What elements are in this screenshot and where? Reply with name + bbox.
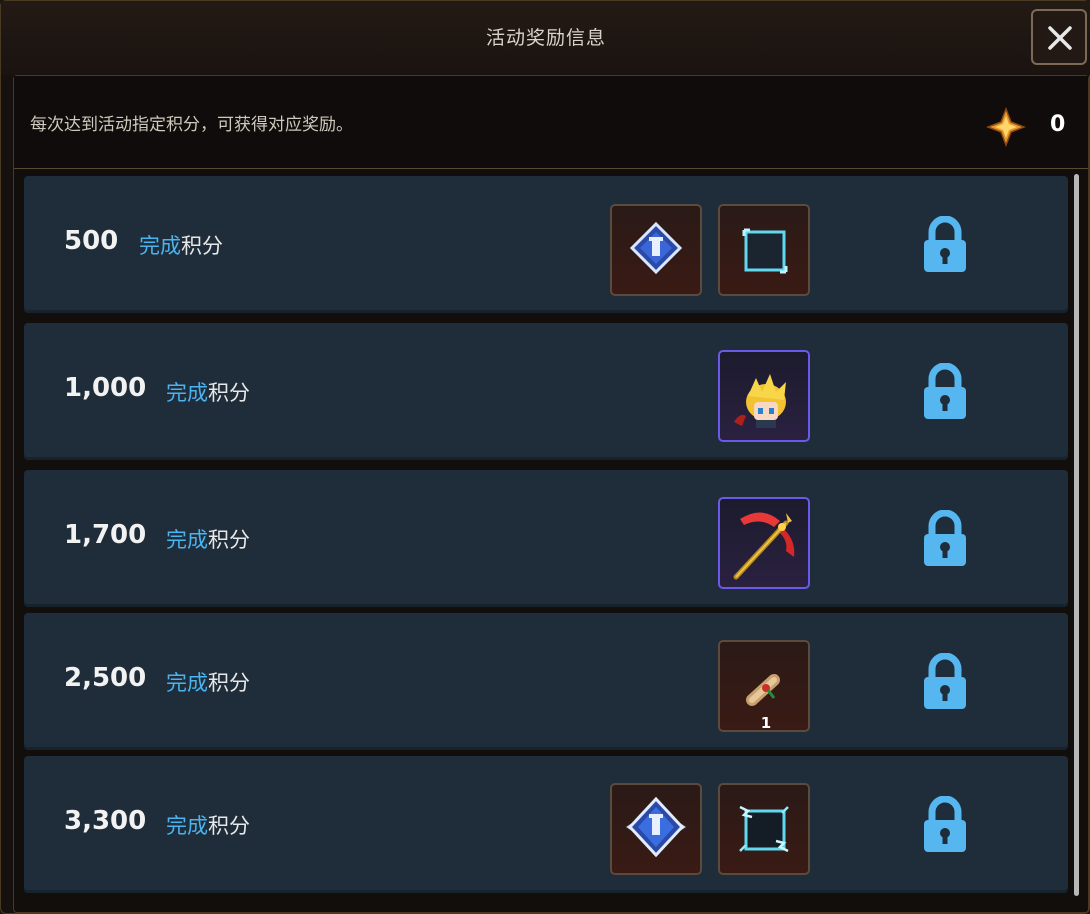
- complete-label: 完成积分: [139, 230, 223, 260]
- reward-quantity: 1: [760, 714, 772, 732]
- info-bar: 每次达到活动指定积分，可获得对应奖励。 0: [14, 76, 1088, 169]
- complete-prefix: 完成: [166, 528, 208, 552]
- lock-icon: [924, 216, 966, 272]
- complete-label: 完成积分: [166, 524, 250, 554]
- complete-suffix: 积分: [208, 381, 250, 405]
- reward-slot[interactable]: 1: [718, 640, 810, 732]
- complete-suffix: 积分: [181, 234, 223, 258]
- score-value: 1,700: [64, 520, 147, 550]
- reward-slot[interactable]: [718, 204, 810, 296]
- character-portrait-icon: [734, 374, 786, 428]
- reward-row: 1,700 完成积分: [24, 470, 1068, 607]
- complete-prefix: 完成: [139, 234, 181, 258]
- reward-row: 2,500 完成积分 1: [24, 613, 1068, 750]
- reward-list[interactable]: 500 完成积分 1,000 完成积分 1,700 完成积分 2,500 完成积…: [24, 176, 1070, 893]
- score-value: 500: [64, 226, 119, 256]
- reward-slot[interactable]: [718, 497, 810, 589]
- lock-icon: [924, 796, 966, 852]
- reward-window: 活动奖励信息 每次达到活动指定积分，可获得对应奖励。 0 500 完成积分 1,…: [0, 0, 1090, 914]
- complete-suffix: 积分: [208, 671, 250, 695]
- title-bar: 活动奖励信息: [1, 1, 1090, 75]
- reward-slot[interactable]: [610, 204, 702, 296]
- reward-row: 3,300 完成积分: [24, 756, 1068, 893]
- reward-slot[interactable]: [610, 783, 702, 875]
- lock-icon: [924, 363, 966, 419]
- complete-suffix: 积分: [208, 528, 250, 552]
- complete-label: 完成积分: [166, 667, 250, 697]
- score-value: 2,500: [64, 663, 147, 693]
- close-button[interactable]: [1031, 9, 1087, 65]
- cyan-frame-icon: [742, 228, 788, 274]
- complete-prefix: 完成: [166, 814, 208, 838]
- reward-row: 1,000 完成积分: [24, 323, 1068, 460]
- complete-label: 完成积分: [166, 377, 250, 407]
- points-value: 0: [1050, 112, 1066, 137]
- content-panel: 每次达到活动指定积分，可获得对应奖励。 0 500 完成积分 1,000 完成积…: [13, 75, 1089, 913]
- window-title: 活动奖励信息: [485, 27, 606, 49]
- lock-icon: [924, 510, 966, 566]
- score-value: 1,000: [64, 373, 147, 403]
- score-value: 3,300: [64, 806, 147, 836]
- complete-suffix: 积分: [208, 814, 250, 838]
- close-icon: [1048, 26, 1072, 50]
- star-points-icon: [986, 107, 1026, 147]
- scrollbar[interactable]: [1074, 174, 1079, 896]
- complete-label: 完成积分: [166, 810, 250, 840]
- red-axe-weapon-icon: [733, 512, 795, 580]
- lock-icon: [924, 653, 966, 709]
- reward-slot[interactable]: [718, 783, 810, 875]
- blue-badge-winged-icon: [626, 796, 686, 858]
- blue-badge-icon: [629, 221, 683, 275]
- complete-prefix: 完成: [166, 671, 208, 695]
- electric-frame-icon: [739, 805, 789, 853]
- reward-slot[interactable]: [718, 350, 810, 442]
- complete-prefix: 完成: [166, 381, 208, 405]
- reward-row: 500 完成积分: [24, 176, 1068, 313]
- info-description: 每次达到活动指定积分，可获得对应奖励。: [30, 115, 353, 135]
